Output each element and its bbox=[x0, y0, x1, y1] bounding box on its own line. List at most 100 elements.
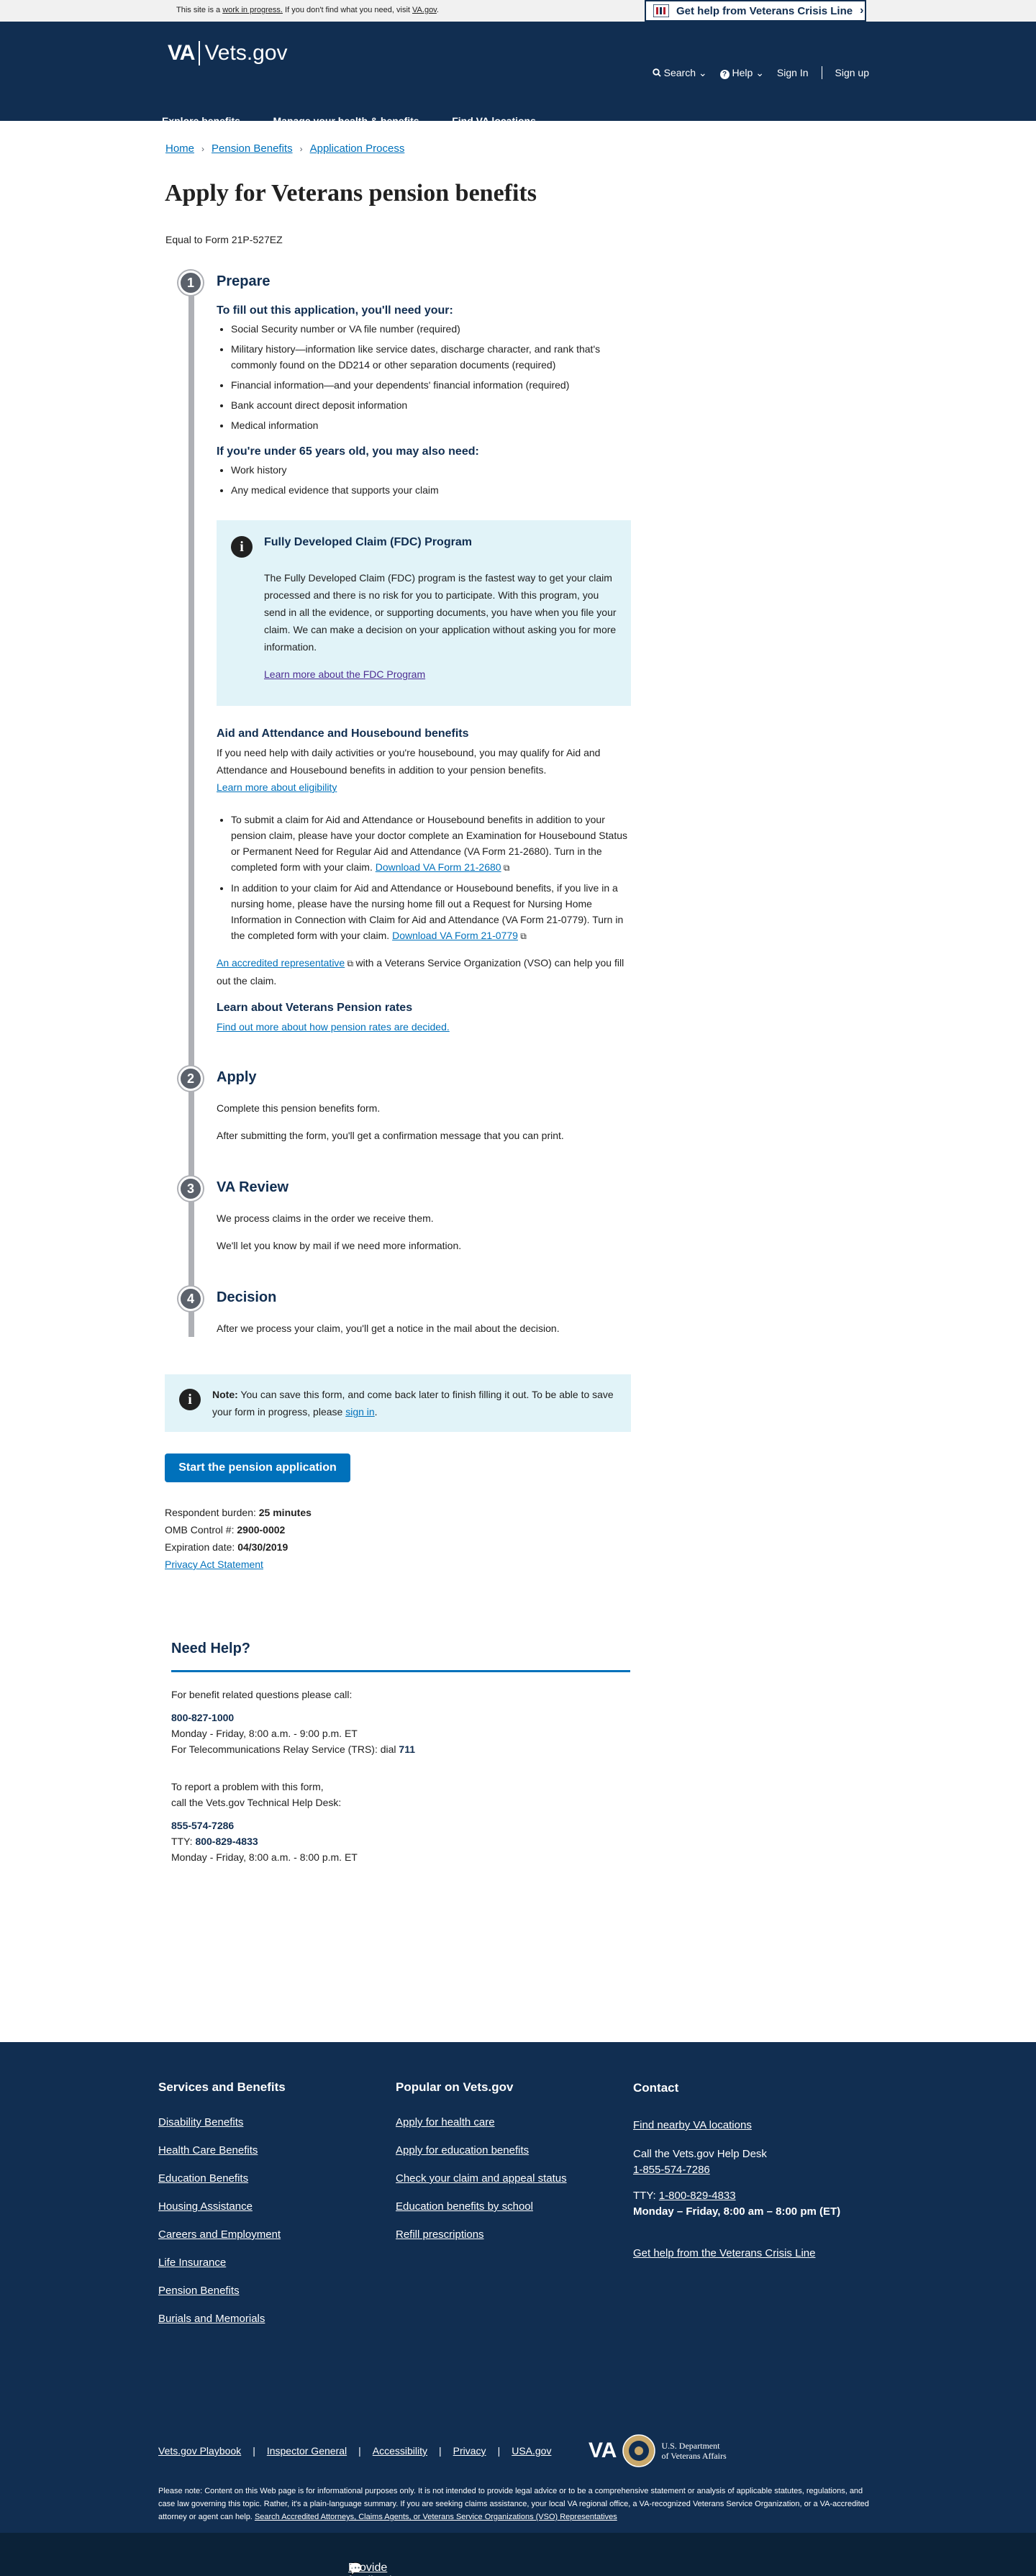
burden-value: 25 minutes bbox=[258, 1507, 312, 1518]
va-gov-link[interactable]: VA.gov bbox=[412, 6, 437, 14]
external-link-icon: ⧉ bbox=[345, 958, 356, 969]
start-application-button[interactable]: Start the pension application bbox=[165, 1453, 350, 1482]
burden-row: Respondent burden: 25 minutes bbox=[165, 1504, 312, 1521]
work-in-progress-link[interactable]: work in progress. bbox=[222, 6, 283, 14]
breadcrumb-home[interactable]: Home bbox=[165, 142, 194, 155]
need-help-body: For benefit related questions please cal… bbox=[171, 1687, 630, 1865]
beta-mid: If you don't find what you need, visit bbox=[285, 6, 410, 14]
benefits-phone[interactable]: 800-827-1000 bbox=[171, 1710, 630, 1725]
footer-tty-link[interactable]: 1-800-829-4833 bbox=[659, 2190, 736, 2202]
footer-col-title: Services and Benefits bbox=[158, 2080, 286, 2094]
footer-col-services: Services and Benefits Disability Benefit… bbox=[158, 2080, 286, 2341]
info-icon: i bbox=[231, 536, 253, 558]
vets-gov-logo[interactable]: VA Vets.gov bbox=[168, 41, 288, 65]
list-item: Any medical evidence that supports your … bbox=[231, 482, 634, 498]
search-menu-button[interactable]: Search ⌄ bbox=[653, 67, 707, 79]
footer-link[interactable]: Disability Benefits bbox=[158, 2116, 286, 2128]
control-row: OMB Control #: 2900-0002 bbox=[165, 1521, 312, 1538]
footer-bottom-link[interactable]: USA.gov bbox=[512, 2445, 551, 2457]
footer-link[interactable]: Careers and Employment bbox=[158, 2228, 286, 2241]
crisis-line-label: Get help from Veterans Crisis Line bbox=[676, 4, 853, 17]
list-item: To submit a claim for Aid and Attendance… bbox=[231, 812, 634, 876]
aa-body: If you need help with daily activities o… bbox=[217, 747, 601, 776]
external-link-icon: ⧉ bbox=[501, 863, 510, 873]
footer-crisis-link[interactable]: Get help from the Veterans Crisis Line bbox=[633, 2247, 815, 2259]
beta-prefix: This site is a bbox=[176, 6, 221, 14]
footer-links: Apply for health care Apply for educatio… bbox=[396, 2116, 567, 2241]
footer-link[interactable]: Apply for health care bbox=[396, 2116, 567, 2128]
footer-link[interactable]: Burials and Memorials bbox=[158, 2313, 286, 2325]
footer-link[interactable]: Health Care Benefits bbox=[158, 2144, 286, 2157]
help-desk-phone-link[interactable]: 1-855-574-7286 bbox=[633, 2162, 840, 2178]
breadcrumb-application[interactable]: Application Process bbox=[310, 142, 405, 155]
need-help-title: Need Help? bbox=[171, 1641, 630, 1672]
review-p1: We process claims in the order we receiv… bbox=[217, 1212, 434, 1224]
site-footer: Services and Benefits Disability Benefit… bbox=[0, 2042, 1036, 2533]
step-1-title: Prepare bbox=[217, 273, 271, 289]
aa-eligibility-link[interactable]: Learn more about eligibility bbox=[217, 781, 337, 793]
list-item: Work history bbox=[231, 462, 634, 478]
rates-heading: Learn about Veterans Pension rates bbox=[217, 1002, 413, 1014]
trs-row: For Telecommunications Relay Service (TR… bbox=[171, 1741, 630, 1757]
footer-link[interactable]: Pension Benefits bbox=[158, 2285, 286, 2297]
tty-row: TTY: 800-829-4833 bbox=[171, 1833, 630, 1849]
footer-col-contact: Contact Find nearby VA locations Call th… bbox=[633, 2080, 840, 2262]
privacy-act-link[interactable]: Privacy Act Statement bbox=[165, 1559, 263, 1570]
sign-up-button[interactable]: Sign up bbox=[835, 67, 869, 78]
exp-label: Expiration date: bbox=[165, 1541, 235, 1553]
list-item: Medical information bbox=[231, 417, 634, 433]
tty-label: TTY: bbox=[171, 1836, 193, 1847]
find-va-locations-link[interactable]: Find nearby VA locations bbox=[633, 2118, 840, 2133]
list-item: Bank account direct deposit information bbox=[231, 397, 634, 413]
breadcrumb-pension[interactable]: Pension Benefits bbox=[212, 142, 293, 155]
footer-link[interactable]: Education benefits by school bbox=[396, 2200, 567, 2213]
omb-info: Respondent burden: 25 minutes OMB Contro… bbox=[165, 1504, 312, 1573]
download-21-0779-link[interactable]: Download VA Form 21-0779 bbox=[392, 930, 518, 941]
pension-rates-link[interactable]: Find out more about how pension rates ar… bbox=[217, 1021, 450, 1033]
sign-in-link[interactable]: sign in bbox=[345, 1406, 374, 1418]
beta-end: . bbox=[436, 6, 439, 14]
note-label: Note: bbox=[212, 1389, 238, 1400]
fdc-body: The Fully Developed Claim (FDC) program … bbox=[264, 572, 617, 653]
step-2-number: 2 bbox=[178, 1066, 203, 1091]
review-p2: We'll let you know by mail if we need mo… bbox=[217, 1240, 462, 1251]
footer-link[interactable]: Check your claim and appeal status bbox=[396, 2172, 567, 2185]
footer-bottom-link[interactable]: Privacy bbox=[453, 2445, 486, 2457]
control-value: 2900-0002 bbox=[237, 1524, 286, 1536]
note-body: You can save this form, and come back la… bbox=[212, 1389, 614, 1418]
breadcrumb-separator: › bbox=[201, 143, 205, 154]
download-21-2680-link[interactable]: Download VA Form 21-2680 bbox=[376, 861, 501, 873]
footer-bottom-link[interactable]: Vets.gov Playbook bbox=[158, 2445, 241, 2457]
under65-heading: If you're under 65 years old, you may al… bbox=[217, 445, 479, 458]
step-3-body: We process claims in the order we receiv… bbox=[217, 1210, 634, 1264]
accredited-search-link[interactable]: Search Accredited Attorneys, Claims Agen… bbox=[255, 2513, 617, 2521]
tty-number[interactable]: 800-829-4833 bbox=[195, 1836, 258, 1847]
help-desk-phone[interactable]: 855-574-7286 bbox=[171, 1818, 630, 1833]
accredited-rep-link[interactable]: An accredited representative bbox=[217, 957, 345, 969]
step-2-title: Apply bbox=[217, 1069, 257, 1085]
feedback-bar: 💬Provide feedback on vets.gov bbox=[0, 2533, 1036, 2576]
step-1-number: 1 bbox=[178, 271, 203, 295]
help-icon: ? bbox=[719, 69, 730, 79]
footer-disclaimer: Please note: Content on this Web page is… bbox=[158, 2485, 878, 2523]
footer-link[interactable]: Refill prescriptions bbox=[396, 2228, 567, 2241]
page-title: Apply for Veterans pension benefits bbox=[165, 180, 537, 207]
beta-notice: This site is a work in progress. If you … bbox=[176, 6, 439, 14]
footer-link[interactable]: Apply for education benefits bbox=[396, 2144, 567, 2157]
vso-paragraph: An accredited representative ⧉ with a Ve… bbox=[217, 954, 634, 989]
form-number: Equal to Form 21P-527EZ bbox=[165, 234, 283, 245]
footer-bottom-link[interactable]: Inspector General bbox=[267, 2445, 347, 2457]
footer-bottom-link[interactable]: Accessibility bbox=[373, 2445, 427, 2457]
footer-link[interactable]: Housing Assistance bbox=[158, 2200, 286, 2213]
under65-list: Work history Any medical evidence that s… bbox=[217, 462, 634, 498]
footer-link[interactable]: Life Insurance bbox=[158, 2257, 286, 2269]
step-2-body: Complete this pension benefits form. Aft… bbox=[217, 1099, 634, 1154]
fdc-learn-more-link[interactable]: Learn more about the FDC Program bbox=[264, 668, 425, 680]
sign-in-button[interactable]: Sign In bbox=[777, 67, 809, 78]
trs-number[interactable]: 711 bbox=[399, 1743, 415, 1755]
footer-link[interactable]: Education Benefits bbox=[158, 2172, 286, 2185]
help-menu-button[interactable]: ? Help ⌄ bbox=[719, 67, 764, 79]
footer-tty-row: TTY: 1-800-829-4833 bbox=[633, 2188, 840, 2204]
crisis-line-button[interactable]: Get help from Veterans Crisis Line › bbox=[645, 0, 866, 22]
step-1-body: To fill out this application, you'll nee… bbox=[217, 302, 634, 502]
